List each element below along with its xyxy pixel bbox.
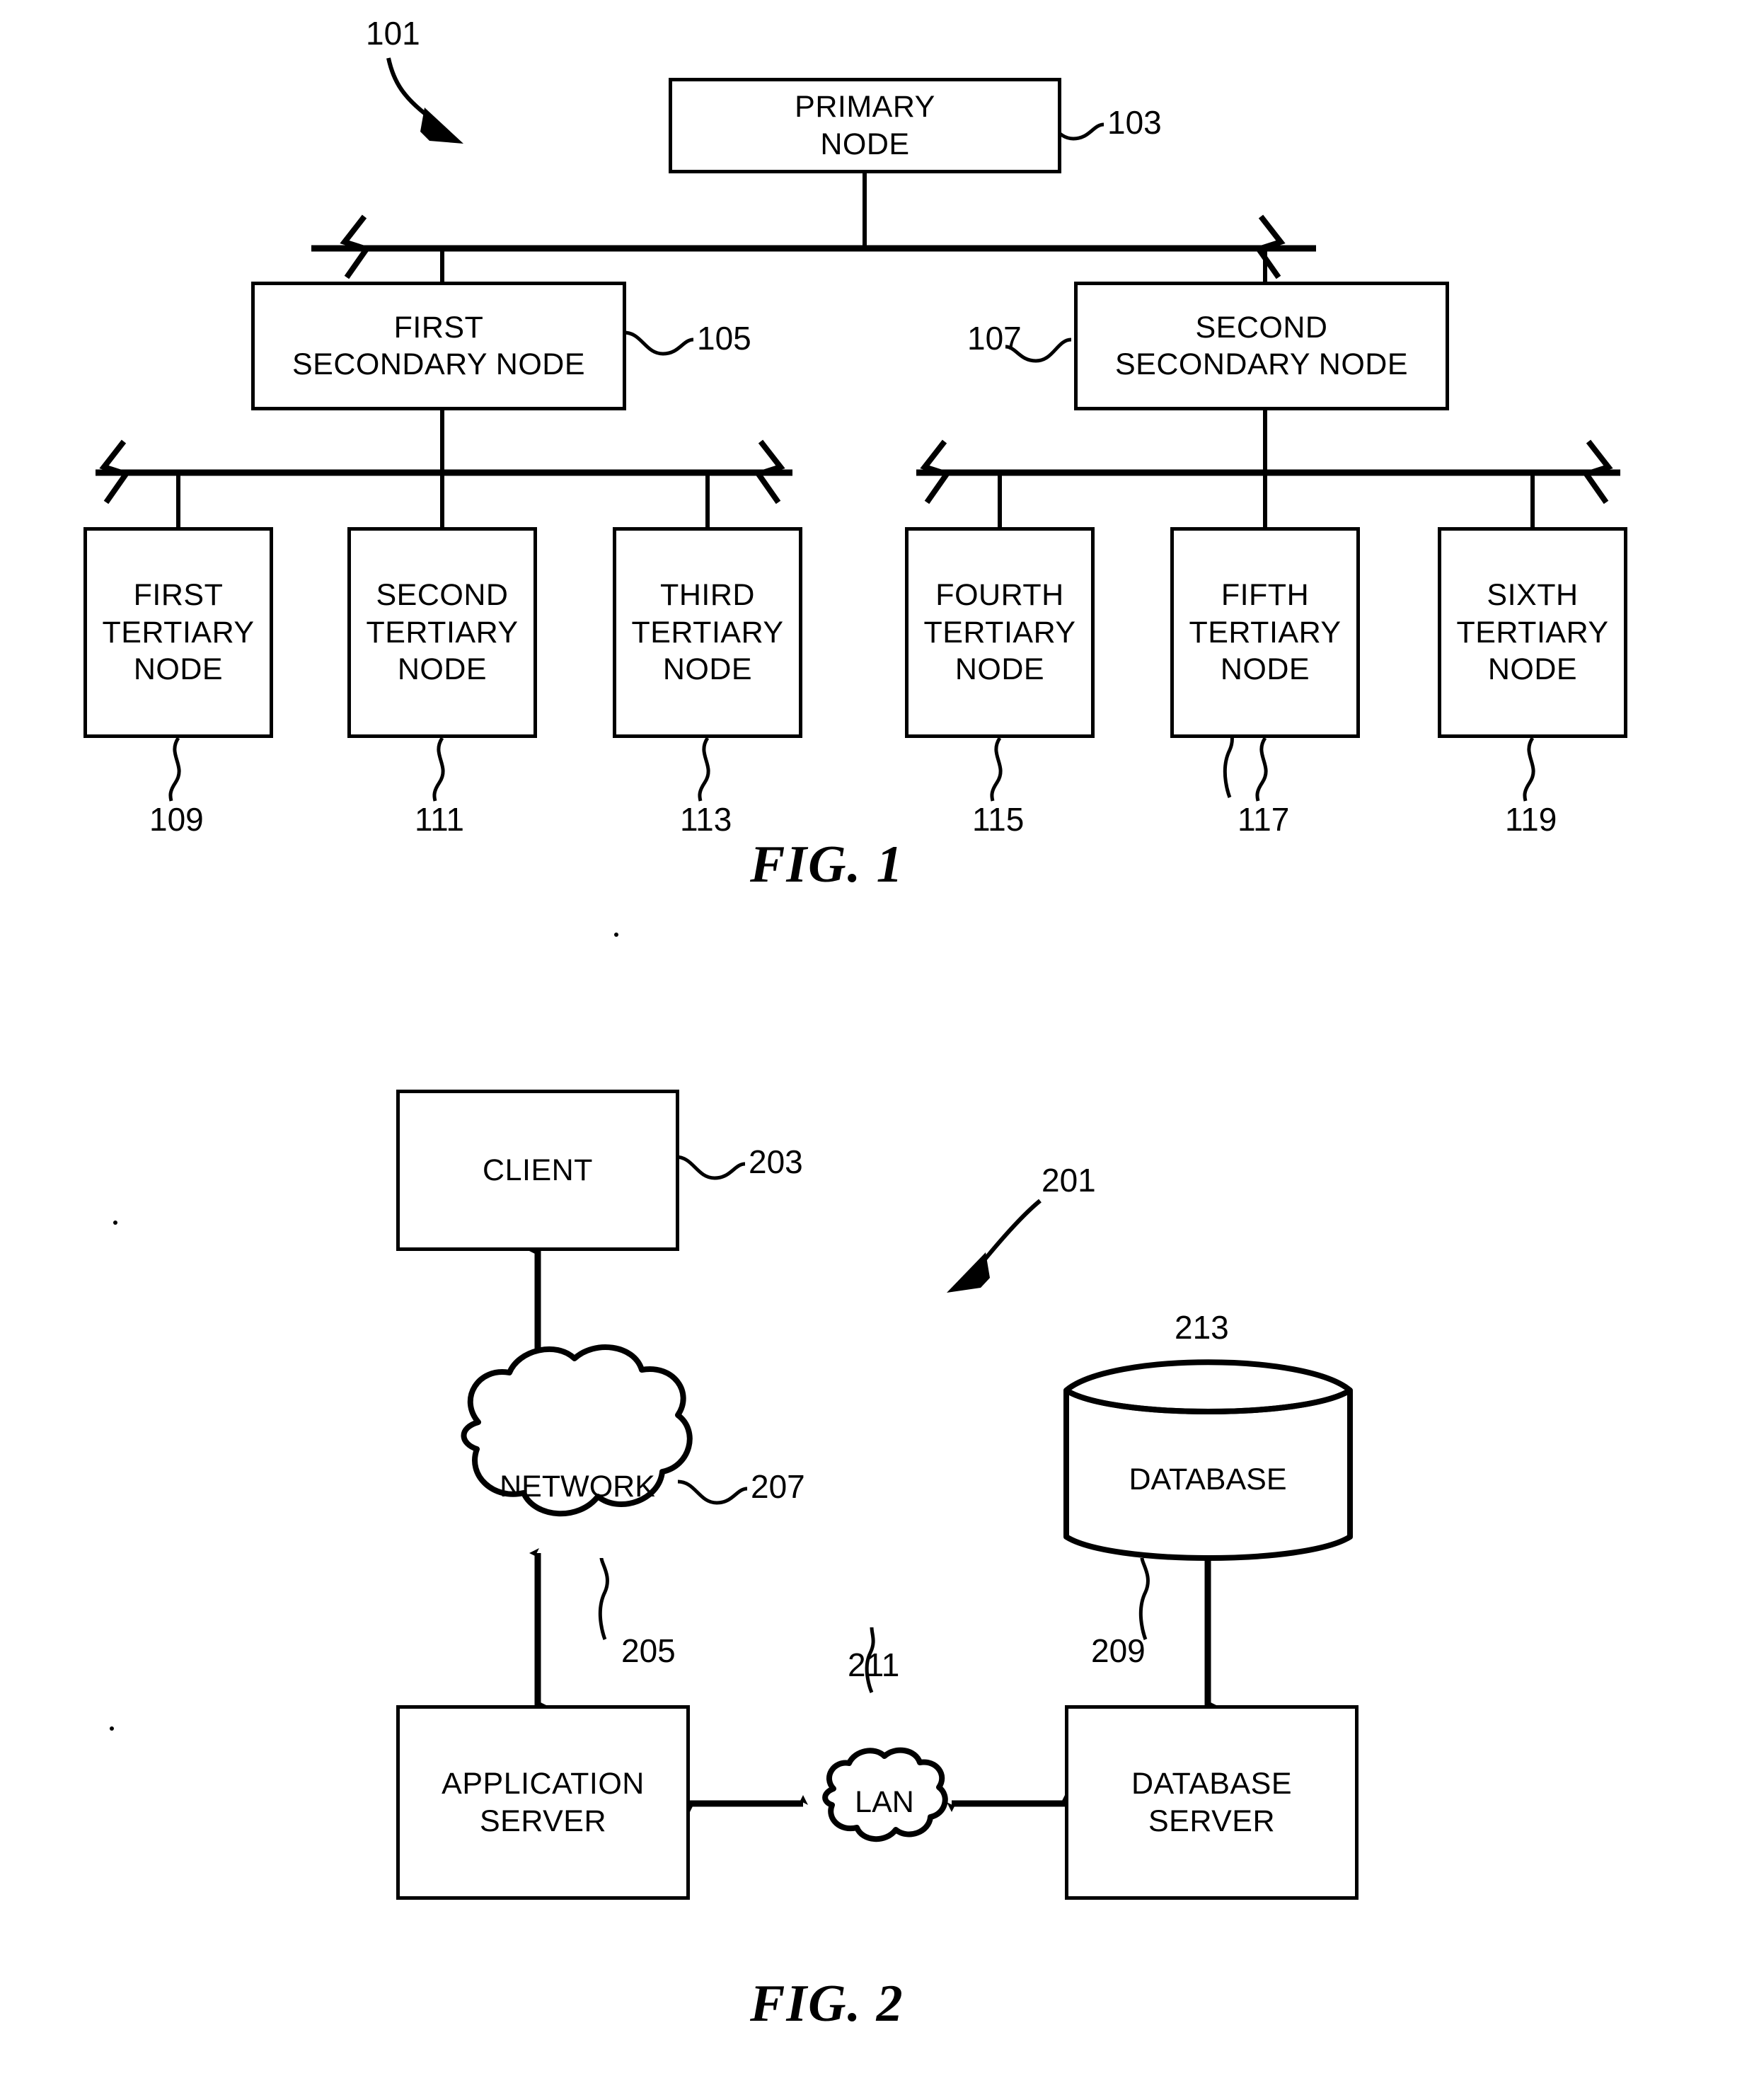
database-server-box[interactable]: DATABASE SERVER [1065,1705,1359,1900]
fig1-tertiary-leaders [168,737,1535,802]
ref-119: 119 [1505,801,1557,838]
ref-111: 111 [415,801,464,838]
client-label: CLIENT [483,1153,593,1187]
second-secondary-node-box[interactable]: SECOND SECONDARY NODE [1074,282,1449,410]
client-box[interactable]: CLIENT [396,1090,679,1251]
ref-103: 103 [1107,104,1162,141]
network-label: NETWORK [500,1470,655,1504]
ref-207: 207 [751,1468,805,1505]
first-tertiary-node-box[interactable]: FIRST TERTIARY NODE [83,527,273,738]
database-server-label: DATABASE SERVER [1131,1767,1293,1838]
fig2-leader-203 [675,1155,746,1180]
ref-113: 113 [680,801,732,838]
ref-203: 203 [749,1143,803,1180]
second-tertiary-node-label: SECOND TERTIARY NODE [366,578,519,687]
fig1-leader-105 [623,330,694,356]
ref-213: 213 [1175,1309,1229,1346]
fifth-tertiary-node-box[interactable]: FIFTH TERTIARY NODE [1170,527,1360,738]
ref-201: 201 [1042,1162,1096,1199]
ref-109: 109 [149,801,204,838]
fig1-leader-101 [386,57,463,144]
ref-205: 205 [621,1632,676,1669]
first-tertiary-node-label: FIRST TERTIARY NODE [102,578,255,687]
sixth-tertiary-node-label: SIXTH TERTIARY NODE [1456,578,1609,687]
fig2-leader-205 [598,1557,609,1640]
fig2-leader-209 [1138,1557,1150,1640]
database-label: DATABASE [1129,1462,1287,1496]
fifth-tertiary-node-label: FIFTH TERTIARY NODE [1189,578,1342,687]
patent-figure-sheet: PRIMARY NODE FIRST SECONDARY NODE SECOND… [0,0,1742,2100]
primary-node-box[interactable]: PRIMARY NODE [669,78,1061,173]
database-cylinder-icon [1063,1359,1353,1561]
fig1-bus-right [916,439,1620,504]
application-server-label: APPLICATION SERVER [442,1767,645,1838]
figure2-caption: FIG. 2 [750,1975,904,2033]
fig1-bus-top [311,214,1316,279]
first-secondary-node-label: FIRST SECONDARY NODE [292,310,585,381]
second-secondary-node-label: SECOND SECONDARY NODE [1114,310,1408,381]
figure1-caption: FIG. 1 [750,836,904,894]
scan-speck [614,933,618,937]
first-secondary-node-box[interactable]: FIRST SECONDARY NODE [251,282,626,410]
primary-node-label: PRIMARY NODE [795,90,935,161]
lan-label: LAN [855,1785,914,1819]
fourth-tertiary-node-box[interactable]: FOURTH TERTIARY NODE [905,527,1095,738]
ref-107: 107 [967,320,1022,357]
sixth-tertiary-node-box[interactable]: SIXTH TERTIARY NODE [1438,527,1627,738]
fourth-tertiary-node-label: FOURTH TERTIARY NODE [923,578,1076,687]
ref-117: 117 [1238,801,1290,838]
application-server-box[interactable]: APPLICATION SERVER [396,1705,690,1900]
scan-speck [113,1221,117,1225]
ref-209: 209 [1091,1632,1146,1669]
ref-211: 211 [848,1646,900,1683]
ref-105: 105 [697,320,751,357]
third-tertiary-node-box[interactable]: THIRD TERTIARY NODE [613,527,802,738]
fig2-leader-201 [947,1199,1042,1293]
third-tertiary-node-label: THIRD TERTIARY NODE [631,578,784,687]
scan-speck [110,1726,114,1731]
ref-101: 101 [366,15,420,52]
ref-115: 115 [972,801,1025,838]
second-tertiary-node-box[interactable]: SECOND TERTIARY NODE [347,527,537,738]
